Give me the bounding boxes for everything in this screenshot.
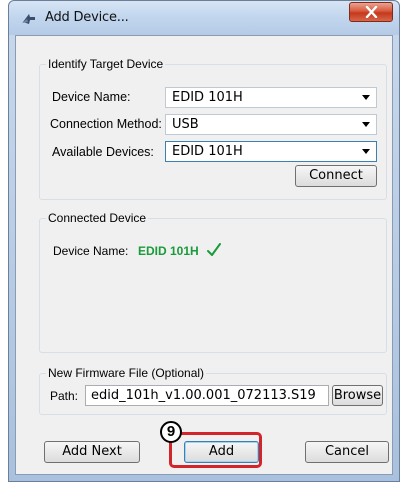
connection-method-select[interactable]: USB (165, 114, 377, 135)
step-number-badge: 9 (160, 421, 182, 443)
check-icon (207, 243, 222, 256)
connection-method-label: Connection Method: (50, 117, 162, 131)
add-button-highlight (169, 432, 262, 468)
connected-device-name-value: EDID 101H (137, 244, 199, 258)
identify-target-group: Identify Target Device Device Name: EDID… (39, 57, 387, 200)
connected-device-group: Connected Device Device Name: EDID 101H (39, 211, 387, 353)
title-bar[interactable]: Add Device... (9, 1, 399, 35)
device-name-select[interactable]: EDID 101H (165, 87, 377, 108)
connection-method-value: USB (172, 117, 199, 132)
path-label: Path: (50, 389, 79, 403)
device-name-value: EDID 101H (172, 90, 243, 105)
chevron-down-icon (362, 122, 370, 127)
add-device-window: Add Device... Identify Target Device Dev… (8, 0, 400, 482)
chevron-down-icon (362, 149, 370, 154)
chevron-down-icon (362, 95, 370, 100)
cancel-button[interactable]: Cancel (305, 441, 389, 463)
browse-button[interactable]: Browse (332, 385, 383, 406)
identify-target-legend: Identify Target Device (46, 57, 166, 71)
window-title: Add Device... (45, 10, 129, 25)
connected-device-legend: Connected Device (46, 211, 149, 225)
connected-device-row: Device Name: EDID 101H (53, 243, 222, 258)
device-name-label: Device Name: (52, 90, 131, 104)
add-next-button[interactable]: Add Next (44, 441, 140, 463)
firmware-group: New Firmware File (Optional) Path: edid_… (39, 366, 387, 415)
close-button[interactable] (349, 2, 393, 22)
app-icon (21, 10, 37, 26)
available-devices-value: EDID 101H (172, 144, 243, 159)
dialog-body: Identify Target Device Device Name: EDID… (15, 35, 393, 475)
available-devices-label: Available Devices: (52, 145, 154, 159)
available-devices-select[interactable]: EDID 101H (165, 141, 377, 162)
connect-button[interactable]: Connect (295, 165, 377, 187)
connected-device-name-label: Device Name: (53, 244, 129, 258)
firmware-path-input[interactable]: edid_101h_v1.00.001_072113.S19 (85, 385, 329, 406)
firmware-legend: New Firmware File (Optional) (46, 366, 207, 380)
close-icon (365, 6, 378, 18)
